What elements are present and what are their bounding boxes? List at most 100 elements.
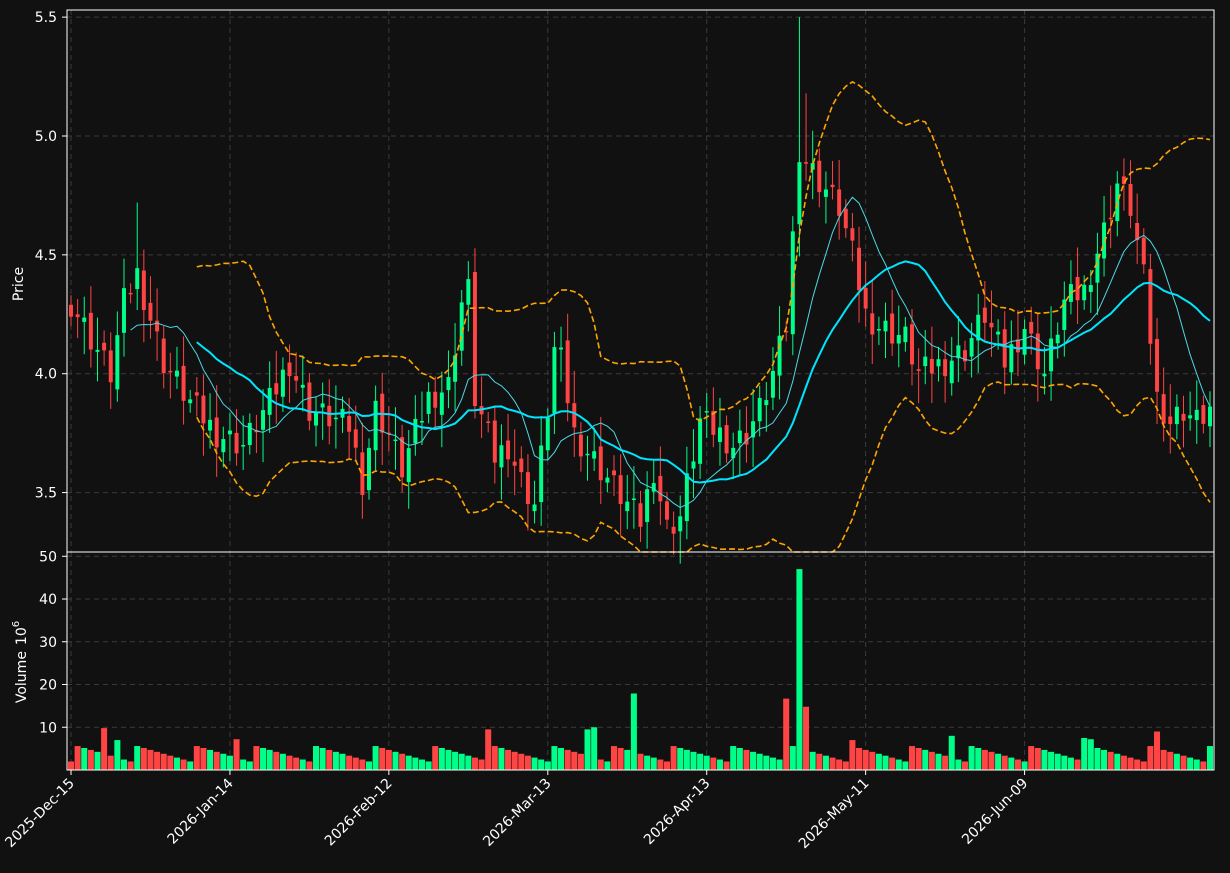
volume-bar [260,747,267,770]
volume-bar [1008,757,1015,770]
volume-bar [604,761,611,770]
volume-bar [644,755,651,770]
volume-bar [908,746,916,770]
volume-bar [279,753,286,770]
candle-body [406,448,411,483]
volume-bar [723,761,730,770]
volume-bar [1034,747,1041,770]
candle-body [168,370,173,373]
candle-body [525,472,530,504]
candle-body [929,358,934,374]
candle-body [227,430,232,435]
candle-body [88,312,93,350]
volume-bar [253,746,260,770]
candle-body [519,458,524,473]
volume-bar [471,757,478,770]
candle-body [704,411,709,413]
volume-bar [485,729,492,770]
candle-body [327,405,332,427]
volume-bar [81,747,88,770]
volume-bar [882,755,889,770]
candle-body [612,470,616,476]
candle-body [592,451,597,459]
volume-bar [478,759,485,770]
volume-bar [1067,757,1074,770]
volume-bar [948,735,955,770]
candle-body [201,395,206,424]
candle-body [572,403,577,428]
candle-body [631,498,636,501]
price-tick-label: 4.5 [35,248,57,264]
volume-tick-label: 40 [39,592,57,608]
candle-body [830,184,835,188]
candle-body [969,338,974,357]
volume-bar [87,749,94,770]
candle-body [115,335,120,390]
volume-bar [591,727,598,770]
volume-bar [306,761,313,770]
candle-body [75,314,80,318]
volume-bar [200,747,207,770]
volume-bar [670,746,677,770]
volume-bar [101,728,108,770]
candle-body [1141,237,1146,265]
volume-bar [226,755,233,770]
candle-body [532,504,537,512]
volume-bar [1140,761,1147,770]
volume-bar [630,693,637,770]
volume-bar [789,746,796,770]
price-axis-title: Price [11,267,27,301]
volume-bar [531,757,538,770]
candle-body [949,360,954,384]
candle-body [499,445,504,468]
volume-bar [498,747,505,770]
volume-bar [796,569,803,770]
volume-bar [657,759,664,770]
candle-body [453,355,458,382]
volume-bar [332,751,339,770]
volume-bar [1001,755,1008,770]
volume-bar [1147,746,1154,770]
candle-body [426,391,431,414]
volume-bar [975,747,982,770]
volume-bar [1160,749,1167,770]
candle-body [645,489,650,523]
candle-body [307,382,312,421]
candle-body [764,400,769,406]
volume-bar [961,761,968,770]
volume-bar [683,749,690,770]
candle-body [731,447,736,459]
candle-body [817,160,822,193]
candle-body [684,473,689,522]
volume-bar [1054,753,1061,770]
candle-body [121,288,126,333]
candle-body [691,461,696,469]
volume-bar [134,746,141,770]
volume-bar [1114,753,1121,770]
volume-bar [392,751,399,770]
candle-body [1042,373,1047,377]
candle-body [161,338,166,374]
volume-bar [942,755,949,770]
candle-body [413,418,418,444]
volume-bar [750,751,757,770]
volume-bar [650,757,657,770]
candle-body [280,369,285,397]
volume-bar [571,751,578,770]
candle-body [102,342,107,351]
candle-body [903,326,908,343]
volume-bar [127,761,134,770]
volume-bar [240,759,247,770]
candle-body [439,392,444,415]
candle-body [737,430,742,444]
candle-body [665,501,669,520]
candle-body [1188,415,1193,419]
volume-bar [922,749,929,770]
volume-bar [577,753,584,770]
candle-body [770,370,775,398]
volume-bar [1107,751,1114,770]
volume-bar [246,761,253,770]
candle-body [671,526,676,534]
volume-bar [1048,751,1055,770]
volume-bar [624,749,631,770]
